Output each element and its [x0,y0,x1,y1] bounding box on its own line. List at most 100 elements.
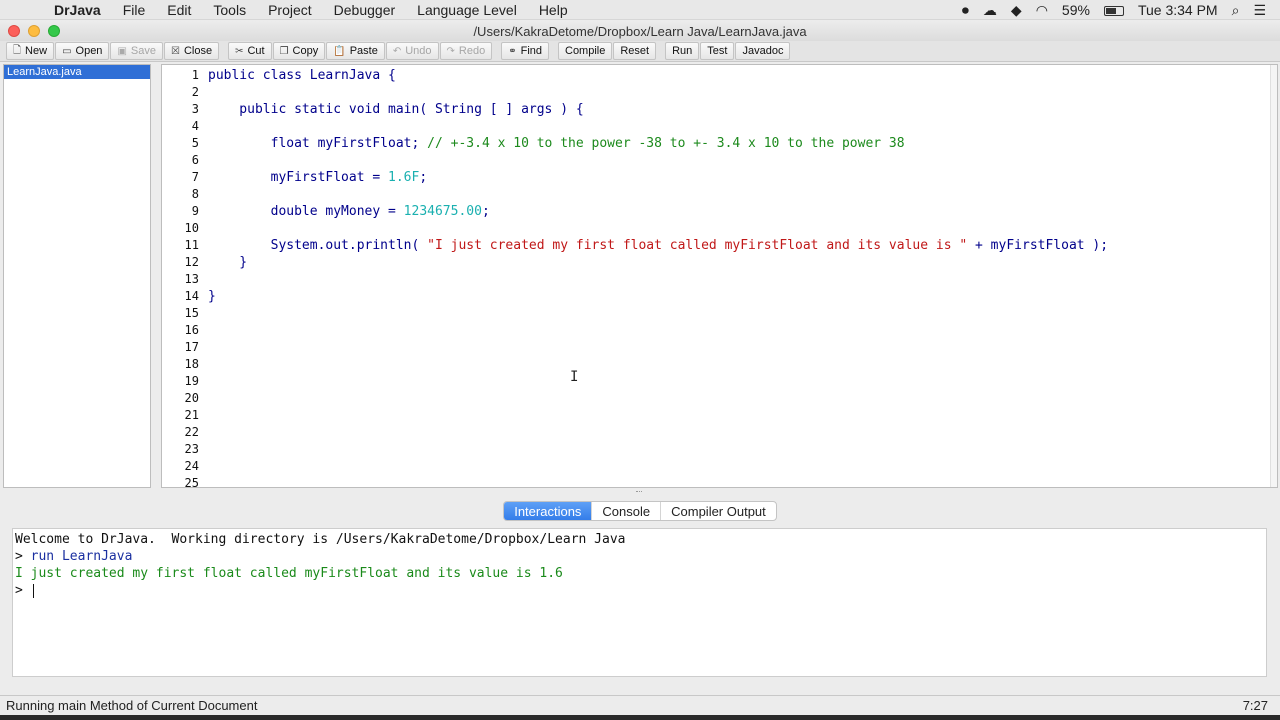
text-cursor-icon: I [570,369,579,385]
command-text: run LearnJava [30,549,133,564]
screen-record-icon[interactable]: ⏺ [962,2,969,19]
code-line-7: myFirstFloat = 1.6F; [208,169,428,186]
close-window-icon[interactable] [8,25,20,37]
find-button[interactable]: ⚭ Find [501,42,549,60]
menu-debugger[interactable]: Debugger [334,2,396,18]
battery-percent[interactable]: 59% [1062,2,1090,18]
tab-interactions[interactable]: Interactions [504,502,592,520]
cut-label: Cut [247,45,265,57]
redo-button[interactable]: ↷ Redo [439,42,493,60]
code-number: 1.6F [388,170,420,185]
code-line-3: public static void main( String [ ] args… [208,102,584,117]
vertical-splitter[interactable] [151,64,161,488]
tab-compiler-output[interactable]: Compiler Output [660,502,776,520]
line-number: 17 [184,340,199,354]
code-editor[interactable]: 1 public class LearnJava { 2 3 public sta… [161,64,1278,488]
code-text: + myFirstFloat ); [967,238,1109,253]
paste-button[interactable]: 📋 Paste [326,42,385,60]
copy-label: Copy [292,45,319,57]
menu-file[interactable]: File [123,2,146,18]
line-number: 15 [184,306,199,320]
code-line-14: } [208,289,216,304]
line-number: 14 [184,289,199,303]
horizontal-splitter[interactable] [0,489,1280,498]
undo-button[interactable]: ↶ Undo [385,42,439,60]
battery-icon[interactable] [1103,2,1124,18]
line-number: 16 [184,323,199,337]
clipboard-icon: 📋 [333,45,346,57]
code-text: ; [419,170,428,185]
notification-center-icon[interactable]: ☰ [1253,2,1266,19]
reset-button[interactable]: Reset [613,42,657,60]
dropbox-icon[interactable]: ◆ [1011,2,1022,19]
copy-icon: ❐ [279,45,289,57]
menu-app[interactable]: DrJava [54,2,101,18]
save-label: Save [130,45,156,57]
line-number: 22 [184,425,199,439]
code-text: ; [481,204,490,219]
javadoc-button[interactable]: Javadoc [735,42,791,60]
input-line[interactable]: > [15,582,34,599]
menu-tools[interactable]: Tools [213,2,246,18]
prompt: > [15,583,31,598]
menu-project[interactable]: Project [268,2,312,18]
menu-edit[interactable]: Edit [167,2,191,18]
code-line-11: System.out.println( "I just created my f… [208,237,1108,254]
bottom-strip [0,715,1280,720]
code-text: float myFirstFloat; [208,136,428,151]
code-text: System.out.println( [208,238,428,253]
redo-label: Redo [458,45,486,57]
splitter-grip-icon [636,491,642,495]
line-number: 23 [184,442,199,456]
close-file-icon: ☒ [170,45,180,57]
menu-help[interactable]: Help [539,2,568,18]
cloud-icon[interactable]: ☁ [983,2,997,19]
mac-menubar: DrJava File Edit Tools Project Debugger … [0,0,1280,20]
line-number: 5 [191,136,199,150]
editor-scrollbar[interactable] [1270,65,1277,487]
interactions-pane[interactable]: Welcome to DrJava. Working directory is … [12,528,1267,677]
open-label: Open [75,45,103,57]
status-message: Running main Method of Current Document [6,698,258,713]
find-label: Find [520,45,542,57]
binoculars-icon: ⚭ [508,45,517,57]
code-number: 1234675.00 [403,204,482,219]
line-number: 3 [191,102,199,116]
line-number: 20 [184,391,199,405]
undo-icon: ↶ [392,45,402,57]
minimize-window-icon[interactable] [28,25,40,37]
new-button[interactable]: 🗋 New [6,42,55,60]
open-folder-icon: ▭ [62,45,72,57]
close-label: Close [183,45,213,57]
code-line-5: float myFirstFloat; // +-3.4 x 10 to the… [208,135,905,152]
spotlight-search-icon[interactable]: ⌕ [1232,2,1240,19]
wifi-icon[interactable]: ◠ [1036,2,1048,19]
line-number: 19 [184,374,199,388]
run-button[interactable]: Run [665,42,700,60]
save-button[interactable]: ▣ Save [110,42,163,60]
bottom-tabs: Interactions Console Compiler Output [0,501,1280,521]
code-line-9: double myMoney = 1234675.00; [208,203,490,220]
open-button[interactable]: ▭ Open [55,42,110,60]
line-number: 7 [191,170,199,184]
cut-button[interactable]: ✂ Cut [228,42,272,60]
window-controls [8,25,60,37]
line-number: 25 [184,476,199,488]
maximize-window-icon[interactable] [48,25,60,37]
close-button[interactable]: ☒ Close [163,42,220,60]
scissors-icon: ✂ [235,45,244,57]
compile-button[interactable]: Compile [558,42,613,60]
menu-language-level[interactable]: Language Level [417,2,517,18]
line-number: 9 [191,204,199,218]
line-number: 11 [184,238,199,252]
copy-button[interactable]: ❐ Copy [272,42,326,60]
tab-console[interactable]: Console [591,502,660,520]
line-number: 10 [184,221,199,235]
test-button[interactable]: Test [700,42,735,60]
tab-bar: Interactions Console Compiler Output [503,501,777,521]
file-item-learnjava[interactable]: LearnJava.java [4,65,150,79]
clock[interactable]: Tue 3:34 PM [1138,2,1218,18]
code-line-12: } [208,255,248,270]
line-number: 4 [191,119,199,133]
welcome-line: Welcome to DrJava. Working directory is … [15,532,626,547]
